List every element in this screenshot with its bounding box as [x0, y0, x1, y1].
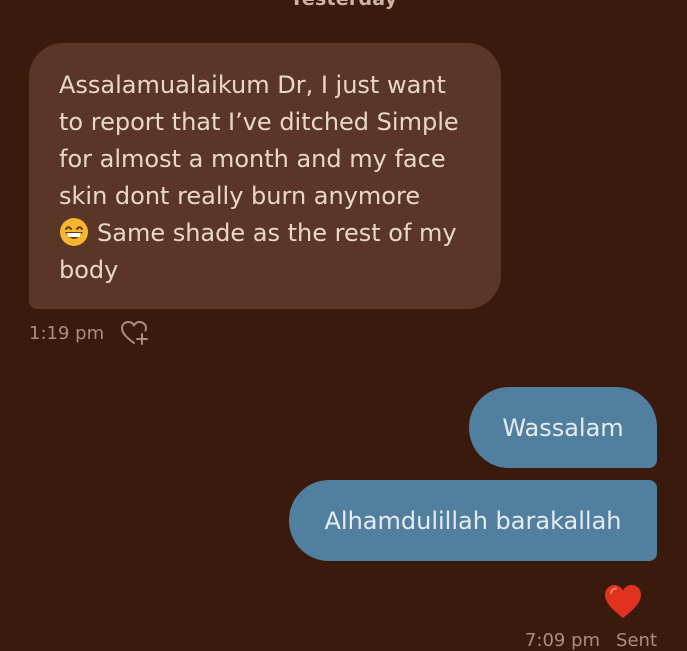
grinning-face-icon: [59, 217, 89, 247]
message-line-with-emoji: Same shade as the rest of my: [59, 215, 477, 252]
message-line: to report that I’ve ditched Simple: [59, 108, 459, 136]
incoming-message-bubble[interactable]: Assalamualaikum Dr, I just want to repor…: [29, 43, 501, 309]
outgoing-message-bubble[interactable]: Wassalam: [469, 387, 657, 468]
message-text: Alhamdulillah barakallah: [324, 506, 622, 535]
message-line: skin dont really burn anymore: [59, 182, 421, 210]
message-line: body: [59, 256, 119, 284]
message-timestamp: 7:09 pm: [524, 630, 601, 651]
heart-icon[interactable]: [603, 582, 643, 622]
message-line: for almost a month and my face: [59, 145, 446, 173]
message-timestamp: 1:19 pm: [29, 322, 105, 344]
message-line: Assalamualaikum Dr, I just want: [59, 71, 446, 99]
heart-plus-icon[interactable]: [120, 318, 150, 348]
outgoing-message-meta: 7:09 pm Sent: [525, 630, 657, 651]
delivery-status: Sent: [616, 630, 657, 651]
message-text: Same shade as the rest of my: [97, 219, 457, 247]
message-text: Wassalam: [502, 413, 624, 442]
incoming-message-meta: 1:19 pm: [29, 318, 150, 348]
outgoing-message-bubble[interactable]: Alhamdulillah barakallah: [289, 480, 657, 561]
date-header: Yesterday: [0, 0, 687, 10]
